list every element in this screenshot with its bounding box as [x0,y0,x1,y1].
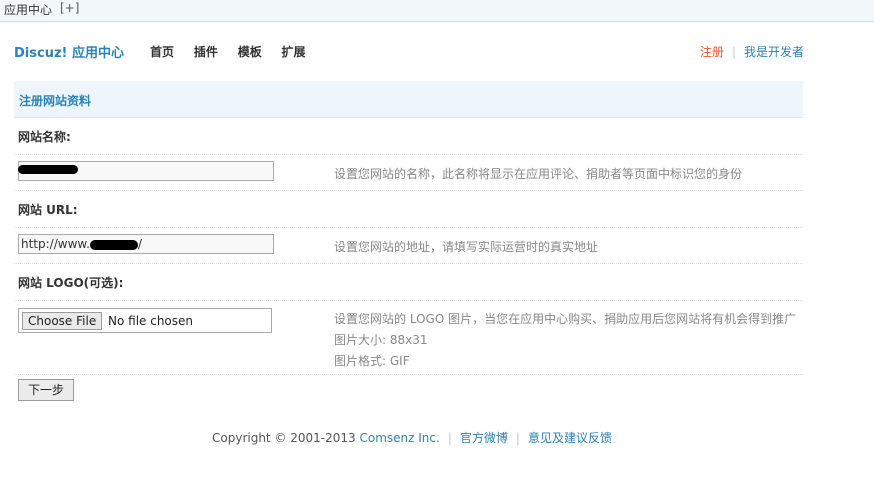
account-links: 注册 | 我是开发者 [700,43,804,60]
site-header: Discuz! 应用中心 首页 插件 模板 扩展 注册 | 我是开发者 [14,38,804,62]
site-url-prefix: http://www. [21,237,90,251]
feedback-link[interactable]: 意见及建议反馈 [528,431,612,445]
page-footer: Copyright © 2001-2013 Comsenz Inc. | 官方微博 |… [212,429,612,446]
new-tab-button[interactable]: [+] [60,1,79,15]
register-site-panel: 注册网站资料 网站名称: 设置您网站的名称，此名称将显示在应用评论、捐助者等页面… [14,81,803,375]
site-url-input[interactable]: http://www. / [18,234,274,254]
nav-plugins[interactable]: 插件 [194,45,218,59]
logo-format-hint: 图片格式: GIF [334,354,410,368]
link-separator: | [731,45,736,59]
site-name-hint: 设置您网站的名称，此名称将显示在应用评论、捐助者等页面中标识您的身份 [334,167,743,181]
footer-separator: | [515,431,520,445]
site-name-row: 设置您网站的名称，此名称将显示在应用评论、捐助者等页面中标识您的身份 [14,155,803,191]
choose-file-button[interactable]: Choose File [22,312,103,330]
brand-logo[interactable]: Discuz! 应用中心 [14,42,124,61]
copyright-text: Copyright © 2001-2013 [212,431,360,445]
site-url-hint: 设置您网站的地址，请填写实际运营时的真实地址 [334,240,599,254]
nav-extensions[interactable]: 扩展 [282,45,306,59]
nav-templates[interactable]: 模板 [238,45,262,59]
window-titlebar: 应用中心 [+] [0,0,874,22]
register-link[interactable]: 注册 [700,45,724,59]
site-name-label-row: 网站名称: [14,118,803,155]
footer-separator: | [447,431,452,445]
redaction-mark [18,165,78,174]
next-step-button[interactable]: 下一步 [18,379,74,401]
logo-file-input[interactable]: Choose File No file chosen [18,308,272,333]
company-link[interactable]: Comsenz Inc. [360,431,440,445]
file-status: No file chosen [108,314,194,328]
developer-link[interactable]: 我是开发者 [744,45,804,59]
site-logo-label-row: 网站 LOGO(可选): [14,264,803,301]
site-url-label-row: 网站 URL: [14,191,803,228]
logo-size-hint: 图片大小: 88x31 [334,333,428,347]
site-name-label: 网站名称: [18,130,71,144]
window-title: 应用中心 [4,3,53,17]
site-url-row: http://www. / 设置您网站的地址，请填写实际运营时的真实地址 [14,228,803,264]
site-logo-hint: 设置您网站的 LOGO 图片，当您在应用中心购买、捐助应用后您网站将有机会得到推… [334,312,797,326]
site-logo-row: Choose File No file chosen 设置您网站的 LOGO 图… [14,301,803,375]
panel-header: 注册网站资料 [14,81,803,118]
site-logo-label: 网站 LOGO(可选): [18,276,124,290]
panel-title: 注册网站资料 [19,94,92,108]
nav-home[interactable]: 首页 [150,45,174,59]
redaction-mark [89,239,138,250]
site-url-suffix: / [137,237,142,251]
weibo-link[interactable]: 官方微博 [460,431,508,445]
main-nav: 首页 插件 模板 扩展 [150,43,322,60]
site-url-label: 网站 URL: [18,203,78,217]
